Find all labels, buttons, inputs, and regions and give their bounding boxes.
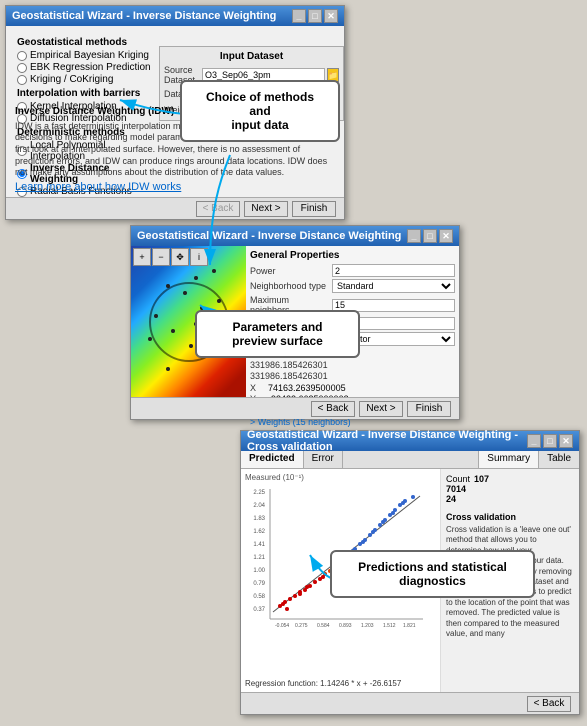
svg-text:0.58: 0.58 — [253, 594, 265, 600]
svg-text:0.893: 0.893 — [339, 623, 352, 629]
svg-text:1.821: 1.821 — [403, 623, 416, 629]
cross-validation-title: Cross validation — [446, 512, 574, 522]
callout-parameters: Parameters andpreview surface — [195, 310, 360, 358]
win2-next-button[interactable]: Next > — [359, 401, 403, 417]
win1-titlebar: Geostatistical Wizard - Inverse Distance… — [6, 6, 344, 26]
callout-diagnostics: Predictions and statisticaldiagnostics — [330, 550, 535, 598]
win2-footer: < Back Next > Finish — [131, 397, 459, 419]
svg-text:2.25: 2.25 — [253, 490, 265, 496]
x1-val: 331986.185426301 — [250, 360, 455, 370]
interpolation-section-title: Interpolation with barriers — [17, 88, 157, 99]
radio-kriging[interactable]: Kriging / CoKriging — [17, 74, 157, 85]
svg-text:1.83: 1.83 — [253, 516, 265, 522]
regression-formula: Regression function: 1.14246 * x + -26.6… — [245, 679, 401, 688]
count-value: 107 — [474, 474, 489, 484]
svg-text:1.00: 1.00 — [253, 568, 265, 574]
win2-titlebar: Geostatistical Wizard - Inverse Distance… — [131, 226, 459, 246]
win3-titlebar: Geostatistical Wizard - Inverse Distance… — [241, 431, 579, 451]
input-dataset-title: Input Dataset — [164, 51, 339, 62]
win1-back-button[interactable]: < Back — [196, 201, 240, 217]
neighborhood-select[interactable]: Standard — [332, 279, 455, 293]
neighborhood-label: Neighborhood type — [250, 281, 330, 291]
win3-tab-bar: Predicted Error Summary Table — [241, 451, 579, 469]
power-label: Power — [250, 266, 330, 276]
geostatistical-section-title: Geostatistical methods — [17, 37, 157, 48]
power-input[interactable] — [332, 264, 455, 277]
svg-text:2.04: 2.04 — [253, 503, 265, 509]
x-coord-value: 74163.2639500005 — [268, 383, 346, 393]
win1-next-button[interactable]: Next > — [244, 201, 288, 217]
win3-footer: < Back — [241, 692, 579, 714]
svg-text:1.41: 1.41 — [253, 542, 265, 548]
svg-text:-0.054: -0.054 — [275, 623, 289, 629]
win3-close[interactable]: ✕ — [559, 434, 573, 448]
tab-table[interactable]: Table — [538, 451, 579, 468]
win1-maximize[interactable]: □ — [308, 9, 322, 23]
callout-diagnostics-text: Predictions and statisticaldiagnostics — [358, 560, 507, 588]
win2-close[interactable]: ✕ — [439, 229, 453, 243]
svg-text:1.512: 1.512 — [383, 623, 396, 629]
svg-text:0.79: 0.79 — [253, 581, 265, 587]
win3-maximize[interactable]: □ — [543, 434, 557, 448]
right-tabs: Summary Table — [478, 451, 579, 468]
svg-text:0.37: 0.37 — [253, 607, 265, 613]
x2-val: 331986.185426301 — [250, 371, 455, 381]
svg-text:0.275: 0.275 — [295, 623, 308, 629]
win2-finish-button[interactable]: Finish — [407, 401, 451, 417]
win2-back-button[interactable]: < Back — [311, 401, 355, 417]
callout-methods: Choice of methods andinput data — [180, 80, 340, 142]
svg-text:1.203: 1.203 — [361, 623, 374, 629]
svg-text:1.62: 1.62 — [253, 529, 265, 535]
radio-ebk-reg[interactable]: EBK Regression Prediction — [17, 62, 157, 73]
win3-back-button[interactable]: < Back — [527, 696, 571, 712]
win3-minimize[interactable]: _ — [527, 434, 541, 448]
win1-title: Geostatistical Wizard - Inverse Distance… — [12, 10, 276, 22]
y-axis-label: Measured (10⁻¹) — [245, 473, 436, 482]
tab-summary[interactable]: Summary — [478, 451, 538, 468]
win2-controls[interactable]: _ □ ✕ — [407, 229, 453, 243]
win3-title: Geostatistical Wizard - Inverse Distance… — [247, 429, 527, 453]
win1-close[interactable]: ✕ — [324, 9, 338, 23]
radio-ebk[interactable]: Empirical Bayesian Kriging — [17, 50, 157, 61]
win2-minimize[interactable]: _ — [407, 229, 421, 243]
win3-controls[interactable]: _ □ ✕ — [527, 434, 573, 448]
win2-maximize[interactable]: □ — [423, 229, 437, 243]
x-coord-label: X — [250, 383, 268, 393]
win1-minimize[interactable]: _ — [292, 9, 306, 23]
win1-finish-button[interactable]: Finish — [292, 201, 336, 217]
learn-more-link[interactable]: Learn more about how IDW works — [15, 181, 181, 193]
callout-parameters-text: Parameters andpreview surface — [232, 320, 323, 348]
val1: 7014 — [446, 484, 466, 494]
svg-text:0.584: 0.584 — [317, 623, 330, 629]
svg-text:1.21: 1.21 — [253, 555, 265, 561]
win1-footer: < Back Next > Finish — [6, 197, 344, 219]
tab-predicted[interactable]: Predicted — [241, 451, 304, 468]
val2: 24 — [446, 494, 456, 504]
general-properties-title: General Properties — [250, 250, 455, 261]
count-label: Count — [446, 474, 470, 484]
callout-methods-text: Choice of methods andinput data — [206, 90, 314, 132]
win2-title: Geostatistical Wizard - Inverse Distance… — [137, 230, 401, 242]
count-table: Count 107 7014 24 — [446, 474, 574, 504]
tab-error[interactable]: Error — [304, 451, 343, 468]
win1-controls[interactable]: _ □ ✕ — [292, 9, 338, 23]
